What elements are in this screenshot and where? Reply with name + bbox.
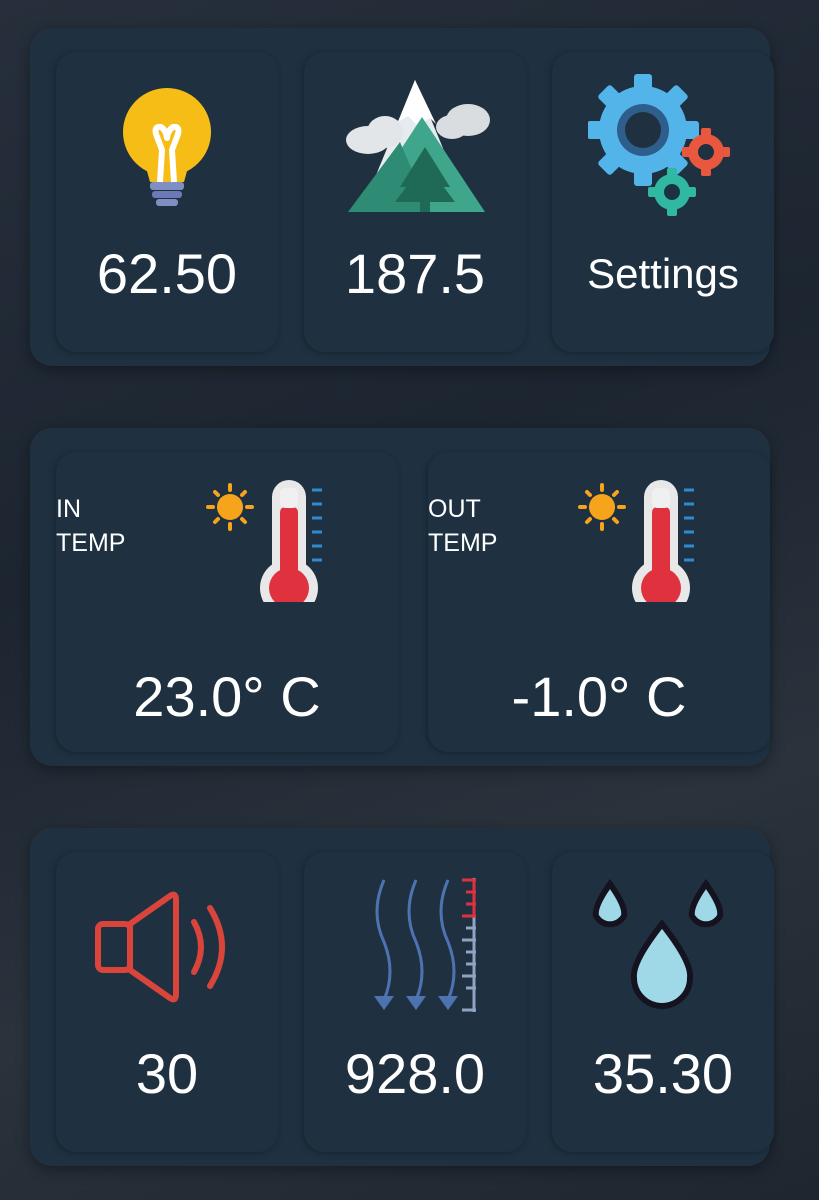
speaker-icon <box>95 891 225 1003</box>
volume-value: 30 <box>135 1042 199 1105</box>
pressure-tile[interactable]: 928.0 <box>304 852 526 1152</box>
light-tile[interactable]: 62.50 <box>56 52 278 352</box>
in-temp-tile[interactable]: IN TEMP 23.0° C <box>56 452 398 752</box>
out-temp-tile[interactable]: OUT TEMP -1.0° C <box>428 452 770 752</box>
volume-tile[interactable]: 30 <box>56 852 278 1152</box>
pressure-value: 928.0 <box>344 1042 486 1105</box>
in-temp-value: 23.0° C <box>133 665 321 728</box>
water-drops-icon <box>592 878 724 1009</box>
light-bulb-icon <box>123 88 211 206</box>
settings-tile[interactable]: Settings <box>552 52 774 352</box>
bottom-panel: 30 928.0 35.30 <box>30 828 774 1166</box>
gears-icon <box>588 74 730 216</box>
top-panel: 62.50 187.5 Settings <box>30 28 774 366</box>
out-temp-label: OUT TEMP <box>428 495 498 557</box>
in-temp-label: IN TEMP <box>56 495 126 557</box>
light-value: 62.50 <box>96 242 238 305</box>
altitude-tile[interactable]: 187.5 <box>304 52 526 352</box>
temperature-panel: IN TEMP 23.0° C OUT TEMP -1.0° C <box>30 428 770 766</box>
humidity-tile[interactable]: 35.30 <box>552 852 774 1152</box>
mountain-icon <box>346 80 490 212</box>
settings-label: Settings <box>587 250 739 297</box>
humidity-value: 35.30 <box>592 1042 734 1105</box>
out-temp-value: -1.0° C <box>511 665 687 728</box>
altitude-value: 187.5 <box>344 242 486 305</box>
thermometer-sun-icon <box>578 480 694 602</box>
thermometer-sun-icon <box>206 480 322 602</box>
pressure-arrows-icon <box>374 878 476 1012</box>
